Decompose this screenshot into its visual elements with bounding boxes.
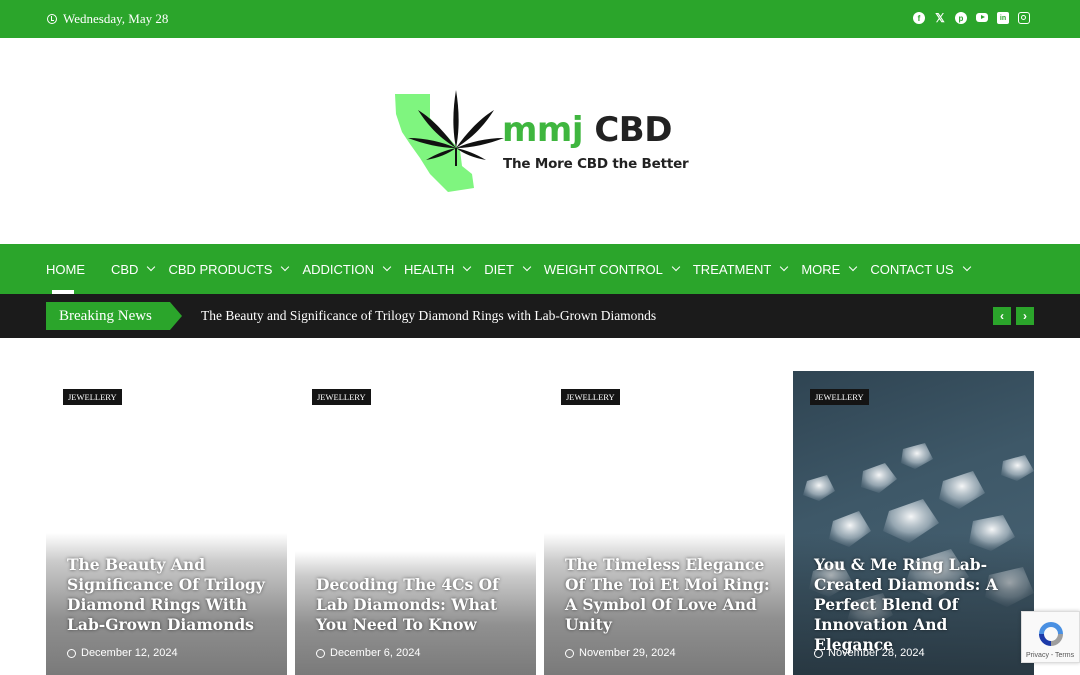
date-display: Wednesday, May 28	[47, 11, 168, 27]
clock-icon	[814, 648, 823, 658]
ticker-controls: ‹ ›	[993, 307, 1034, 325]
clock-icon	[316, 648, 325, 658]
post-meta: November 29, 2024	[565, 647, 676, 659]
site-logo[interactable]: mmj CBD The More CBD the Better	[390, 88, 690, 198]
nav-item-label: DIET	[484, 261, 514, 277]
post-meta: December 12, 2024	[67, 647, 178, 659]
brand-name: mmj CBD	[502, 110, 672, 150]
chevron-down-icon	[780, 262, 789, 272]
post-date: December 12, 2024	[81, 647, 178, 659]
social-links: f 𝕏 p in	[913, 11, 1030, 25]
nav-item-label: CBD PRODUCTS	[168, 261, 273, 277]
breaking-news-label: Breaking News	[46, 302, 182, 330]
post-meta: December 6, 2024	[316, 647, 421, 659]
recaptcha-icon	[1039, 622, 1063, 646]
brand-tagline: The More CBD the Better	[503, 156, 689, 172]
chevron-down-icon	[463, 262, 472, 272]
chevron-down-icon	[522, 262, 532, 272]
facebook-icon[interactable]: f	[913, 12, 925, 24]
chevron-right-icon[interactable]: ›	[1016, 307, 1034, 325]
nav-item-label: HEALTH	[403, 261, 455, 277]
nav-item-cbd-products[interactable]: CBD PRODUCTS	[168, 244, 290, 294]
clock-icon	[47, 14, 57, 24]
nav-item-label: TREATMENT	[692, 261, 772, 277]
nav-item-addiction[interactable]: ADDICTION	[302, 244, 392, 294]
nav-item-label: ADDICTION	[302, 261, 374, 277]
brand-name-dark: CBD	[594, 110, 672, 150]
post-card[interactable]: JEWELLERY You & Me Ring Lab-Created Diam…	[793, 371, 1034, 675]
post-title[interactable]: You & Me Ring Lab-Created Diamonds: A Pe…	[814, 555, 1019, 655]
chevron-down-icon	[281, 262, 290, 272]
logo-leaf-icon	[395, 90, 504, 192]
chevron-down-icon	[962, 262, 971, 272]
nav-item-weight-control[interactable]: WEIGHT CONTROL	[543, 244, 681, 294]
post-date: December 6, 2024	[330, 647, 421, 659]
recaptcha-links[interactable]: Privacy - Terms	[1026, 652, 1074, 659]
nav-item-contact-us[interactable]: CONTACT US	[870, 244, 971, 294]
clock-icon	[565, 648, 574, 658]
nav-item-cbd[interactable]: CBD	[111, 244, 156, 294]
nav-item-health[interactable]: HEALTH	[403, 244, 472, 294]
category-badge[interactable]: JEWELLERY	[63, 389, 122, 405]
x-icon[interactable]: 𝕏	[934, 11, 946, 25]
instagram-icon[interactable]	[1018, 12, 1030, 24]
brand-name-green: mmj	[502, 110, 584, 150]
breaking-news-bar: Breaking News The Beauty and Significanc…	[0, 294, 1080, 338]
post-card[interactable]: JEWELLERY The Beauty And Significance Of…	[46, 371, 287, 675]
nav-item-label: MORE	[801, 261, 841, 277]
post-date: November 29, 2024	[579, 647, 676, 659]
nav-item-diet[interactable]: DIET	[484, 244, 532, 294]
nav-item-label: HOME	[46, 261, 85, 277]
nav-item-home[interactable]: HOME	[46, 244, 85, 294]
post-title[interactable]: Decoding The 4Cs Of Lab Diamonds: What Y…	[316, 575, 521, 635]
post-meta: November 28, 2024	[814, 647, 925, 659]
chevron-down-icon	[849, 262, 858, 272]
chevron-down-icon	[147, 262, 156, 272]
post-title[interactable]: The Timeless Elegance Of The Toi Et Moi …	[565, 555, 770, 635]
nav-item-treatment[interactable]: TREATMENT	[692, 244, 789, 294]
nav-item-label: CONTACT US	[870, 261, 954, 277]
youtube-icon[interactable]	[976, 13, 988, 22]
category-badge[interactable]: JEWELLERY	[561, 389, 620, 405]
category-badge[interactable]: JEWELLERY	[312, 389, 371, 405]
recaptcha-badge[interactable]: Privacy - Terms	[1021, 611, 1080, 663]
post-date: November 28, 2024	[828, 647, 925, 659]
nav-item-more[interactable]: MORE	[801, 244, 858, 294]
top-bar: Wednesday, May 28 f 𝕏 p in	[0, 0, 1080, 38]
nav-item-label: WEIGHT CONTROL	[543, 261, 663, 277]
clock-icon	[67, 648, 76, 658]
breaking-news-headline[interactable]: The Beauty and Significance of Trilogy D…	[201, 308, 656, 324]
post-title[interactable]: The Beauty And Significance Of Trilogy D…	[67, 555, 272, 635]
chevron-left-icon[interactable]: ‹	[993, 307, 1011, 325]
chevron-down-icon	[671, 262, 681, 272]
date-text: Wednesday, May 28	[63, 11, 169, 26]
nav-item-label: CBD	[111, 261, 139, 277]
post-card[interactable]: JEWELLERY The Timeless Elegance Of The T…	[544, 371, 785, 675]
pinterest-icon[interactable]: p	[955, 12, 967, 24]
post-card[interactable]: JEWELLERY Decoding The 4Cs Of Lab Diamon…	[295, 371, 536, 675]
linkedin-icon[interactable]: in	[997, 12, 1009, 24]
category-badge[interactable]: JEWELLERY	[810, 389, 869, 405]
main-nav: HOME CBD CBD PRODUCTS ADDICTION HEALTH D…	[0, 244, 1080, 294]
chevron-down-icon	[382, 262, 392, 272]
